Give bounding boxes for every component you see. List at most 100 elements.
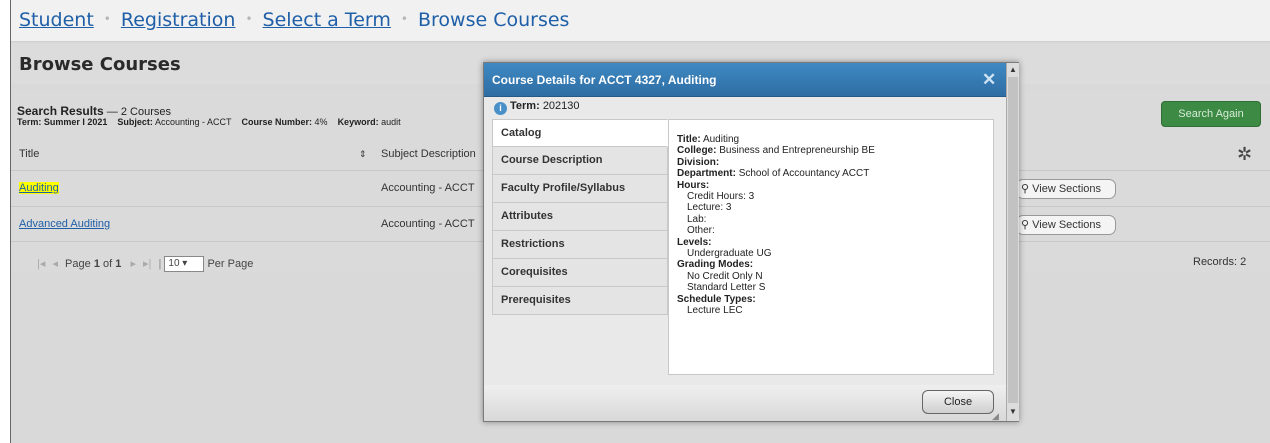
breadcrumb-student[interactable]: Student bbox=[19, 9, 94, 31]
detail-hours: Hours: bbox=[677, 180, 985, 191]
per-page-value: 10 bbox=[168, 258, 180, 269]
detail-lecture: Lecture: 3 bbox=[687, 202, 732, 214]
subject-cell: Accounting - ACCT bbox=[381, 182, 475, 194]
subject-cell: Accounting - ACCT bbox=[381, 218, 475, 230]
dialog-footer: Close ◢ bbox=[484, 385, 1006, 421]
detail-credit-hours: Credit Hours: 3 bbox=[687, 191, 755, 203]
course-details-dialog: Course Details for ACCT 4327, Auditing ✕… bbox=[483, 62, 1019, 422]
tab-attributes[interactable]: Attributes bbox=[492, 203, 668, 231]
detail-department: Department: School of Accountancy ACCT bbox=[677, 168, 985, 179]
prev-page-icon[interactable]: ◂ bbox=[52, 258, 58, 270]
detail-college: College: Business and Entrepreneurship B… bbox=[677, 145, 985, 156]
search-results-label: Search Results bbox=[17, 104, 104, 118]
tab-restrictions[interactable]: Restrictions bbox=[492, 231, 668, 259]
detail-grading: Grading Modes: bbox=[677, 259, 985, 270]
dialog-term: i Term: 202130 bbox=[494, 100, 580, 115]
tab-faculty-profile[interactable]: Faculty Profile/Syllabus bbox=[492, 175, 668, 203]
course-title-cell: Auditing bbox=[19, 171, 59, 205]
detail-title: Title: Auditing bbox=[677, 134, 985, 145]
search-icon: ⚲ bbox=[1021, 219, 1030, 231]
dialog-tabs: Catalog Course Description Faculty Profi… bbox=[492, 119, 668, 315]
pager-divider: | bbox=[158, 257, 162, 270]
per-page-select[interactable]: 10 ▾ bbox=[164, 256, 205, 272]
detail-levels-value: Undergraduate UG bbox=[687, 248, 772, 260]
dialog-title: Course Details for ACCT 4327, Auditing bbox=[492, 73, 717, 87]
next-page-icon[interactable]: ▸ bbox=[130, 258, 136, 270]
per-page-label: Per Page bbox=[207, 257, 254, 270]
breadcrumb-select-term[interactable]: Select a Term bbox=[263, 9, 391, 31]
course-number-value: 4% bbox=[314, 117, 328, 127]
view-sections-button[interactable]: ⚲ View Sections bbox=[1016, 179, 1116, 199]
dialog-term-value: 202130 bbox=[542, 100, 580, 112]
detail-grading-1: No Credit Only N bbox=[687, 270, 763, 282]
subject-value: Accounting - ACCT bbox=[154, 117, 232, 127]
search-results-heading: Search Results — 2 Courses bbox=[17, 104, 171, 118]
detail-division: Division: bbox=[677, 157, 985, 168]
detail-schedule: Schedule Types: bbox=[677, 294, 985, 305]
term-label: Term: bbox=[17, 117, 42, 127]
detail-levels: Levels: bbox=[677, 237, 985, 248]
catalog-details: Title: Auditing College: Business and En… bbox=[668, 119, 994, 375]
pagination: |◂ ◂ Page 1 of 1 ▸ ▸| | 10 ▾ Per Page bbox=[37, 256, 253, 272]
detail-college-label: College: bbox=[677, 145, 717, 157]
breadcrumb-separator: • bbox=[400, 12, 408, 26]
search-icon: ⚲ bbox=[1021, 183, 1030, 195]
view-sections-label: View Sections bbox=[1032, 219, 1102, 231]
tab-catalog[interactable]: Catalog bbox=[492, 119, 668, 147]
breadcrumb-separator: • bbox=[245, 12, 253, 26]
first-page-icon[interactable]: |◂ bbox=[37, 258, 45, 270]
breadcrumb: Student • Registration • Select a Term • Brows… bbox=[19, 9, 569, 31]
sort-icon[interactable]: ⇕ bbox=[359, 138, 367, 170]
close-button[interactable]: Close bbox=[922, 390, 994, 414]
detail-grading-label: Grading Modes: bbox=[677, 259, 754, 271]
breadcrumb-separator: • bbox=[103, 12, 111, 26]
detail-lab: Lab: bbox=[687, 213, 707, 225]
close-icon[interactable]: ✕ bbox=[982, 70, 996, 90]
detail-hours-label: Hours: bbox=[677, 179, 710, 191]
dialog-scrollbar[interactable]: ▲ ▼ bbox=[1006, 63, 1019, 421]
detail-department-value: School of Accountancy ACCT bbox=[738, 168, 870, 180]
tab-corequisites[interactable]: Corequisites bbox=[492, 259, 668, 287]
detail-department-label: Department: bbox=[677, 168, 736, 180]
search-criteria: Term: Summer I 2021 Subject: Accounting … bbox=[17, 117, 401, 127]
subject-label: Subject: bbox=[117, 117, 153, 127]
page-total: 1 bbox=[115, 257, 122, 270]
dialog-term-label: Term: bbox=[510, 100, 540, 112]
column-header-title[interactable]: Title bbox=[19, 138, 39, 170]
detail-title-label: Title: bbox=[677, 134, 701, 145]
view-sections-button[interactable]: ⚲ View Sections bbox=[1016, 215, 1116, 235]
scroll-down-icon[interactable]: ▼ bbox=[1009, 407, 1017, 416]
of-label: of bbox=[103, 257, 113, 270]
info-icon: i bbox=[494, 102, 507, 115]
term-value: Summer I 2021 bbox=[43, 117, 108, 127]
course-title-cell: Advanced Auditing bbox=[19, 207, 110, 241]
keyword-value: audit bbox=[381, 117, 401, 127]
keyword-label: Keyword: bbox=[337, 117, 379, 127]
page-label: Page bbox=[65, 257, 91, 270]
search-again-button[interactable]: Search Again bbox=[1161, 101, 1261, 127]
tab-prerequisites[interactable]: Prerequisites bbox=[492, 287, 668, 315]
scroll-up-icon[interactable]: ▲ bbox=[1009, 65, 1017, 74]
dialog-header[interactable]: Course Details for ACCT 4327, Auditing ✕ bbox=[484, 63, 1006, 97]
gear-icon[interactable]: ✲ bbox=[1237, 144, 1252, 165]
tab-course-description[interactable]: Course Description bbox=[492, 147, 668, 175]
course-title-link[interactable]: Auditing bbox=[19, 182, 59, 194]
scroll-thumb[interactable] bbox=[1008, 77, 1018, 403]
detail-college-value: Business and Entrepreneurship BE bbox=[719, 145, 875, 157]
detail-schedule-value: Lecture LEC bbox=[687, 305, 743, 317]
detail-schedule-label: Schedule Types: bbox=[677, 293, 756, 305]
column-header-subject[interactable]: Subject Description bbox=[381, 138, 476, 170]
detail-levels-label: Levels: bbox=[677, 236, 712, 248]
breadcrumb-current: Browse Courses bbox=[418, 9, 570, 31]
view-sections-label: View Sections bbox=[1032, 183, 1102, 195]
breadcrumb-bar: Student • Registration • Select a Term • Brows… bbox=[11, 0, 1270, 42]
detail-other: Other: bbox=[687, 225, 715, 237]
last-page-icon[interactable]: ▸| bbox=[143, 258, 151, 270]
resize-grip-icon[interactable]: ◢ bbox=[992, 411, 999, 422]
breadcrumb-registration[interactable]: Registration bbox=[121, 9, 236, 31]
course-title-link[interactable]: Advanced Auditing bbox=[19, 218, 110, 230]
page-title: Browse Courses bbox=[19, 54, 181, 75]
detail-title-value: Auditing bbox=[702, 134, 740, 145]
records-count: Records: 2 bbox=[1193, 256, 1247, 268]
detail-grading-2: Standard Letter S bbox=[687, 282, 766, 294]
